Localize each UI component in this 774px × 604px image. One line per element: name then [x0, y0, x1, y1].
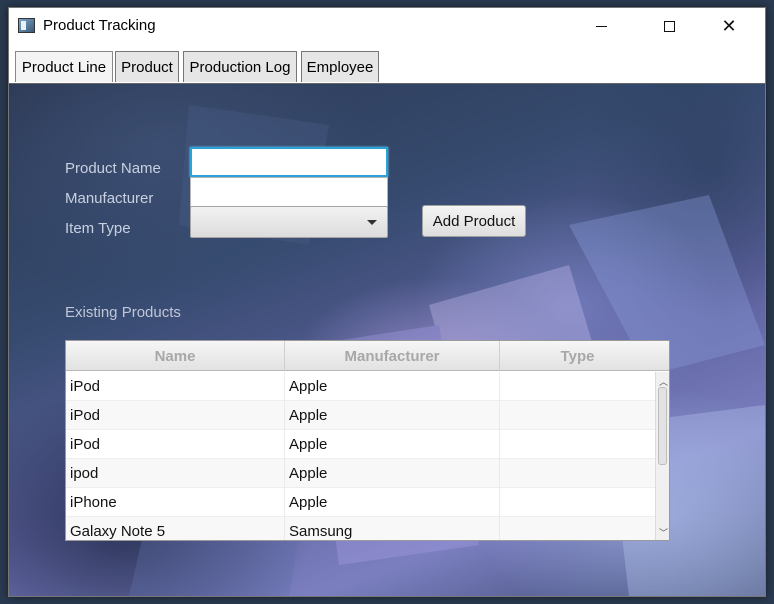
manufacturer-field[interactable] — [190, 177, 388, 207]
tab-employee[interactable]: Employee — [301, 51, 379, 82]
item-type-label: Item Type — [65, 220, 131, 237]
tab-production-log[interactable]: Production Log — [183, 51, 297, 82]
cell-name: iPod — [66, 372, 285, 401]
table-row[interactable]: ipod Apple — [66, 459, 655, 488]
table-row[interactable]: iPod Apple — [66, 401, 655, 430]
cell-manufacturer: Apple — [285, 488, 500, 517]
minimize-button[interactable] — [577, 8, 625, 44]
tab-bar: Product Line Product Production Log Empl… — [9, 45, 765, 84]
app-window: Product Tracking ✕ Product Line Product … — [8, 7, 766, 597]
table-scrollbar[interactable]: ︿ ﹀ — [655, 372, 669, 540]
maximize-button[interactable] — [645, 8, 693, 44]
chevron-down-icon[interactable]: ﹀ — [659, 526, 668, 539]
table-header: Name Manufacturer Type — [66, 341, 669, 371]
minimize-icon — [595, 25, 607, 27]
product-name-label: Product Name — [65, 160, 161, 177]
cell-manufacturer: Apple — [285, 459, 500, 488]
existing-products-label: Existing Products — [65, 304, 181, 321]
cell-type — [500, 372, 655, 401]
cell-name: ipod — [66, 459, 285, 488]
item-type-select[interactable] — [190, 206, 388, 238]
cell-name: iPod — [66, 430, 285, 459]
product-name-field[interactable] — [190, 147, 388, 177]
column-header-type[interactable]: Type — [500, 341, 655, 371]
cell-type — [500, 459, 655, 488]
cell-manufacturer: Apple — [285, 430, 500, 459]
cell-type — [500, 517, 655, 540]
cell-name: iPod — [66, 401, 285, 430]
chevron-down-icon — [367, 220, 377, 225]
app-icon — [18, 18, 35, 33]
cell-manufacturer: Apple — [285, 372, 500, 401]
table-row[interactable]: iPod Apple — [66, 372, 655, 401]
tab-product[interactable]: Product — [115, 51, 179, 82]
cell-manufacturer: Apple — [285, 401, 500, 430]
title-bar: Product Tracking ✕ — [9, 8, 765, 45]
close-icon: ✕ — [721, 16, 737, 36]
table-row[interactable]: iPod Apple — [66, 430, 655, 459]
main-content: Product Line Product Production Log Empl… — [9, 45, 765, 596]
cell-type — [500, 488, 655, 517]
close-button[interactable]: ✕ — [705, 8, 753, 44]
cell-type — [500, 430, 655, 459]
column-header-manufacturer[interactable]: Manufacturer — [285, 341, 500, 371]
cell-name: Galaxy Note 5 — [66, 517, 285, 540]
scrollbar-thumb[interactable] — [658, 387, 667, 465]
window-title: Product Tracking — [43, 17, 156, 34]
manufacturer-label: Manufacturer — [65, 190, 154, 207]
cell-name: iPhone — [66, 488, 285, 517]
tab-product-line[interactable]: Product Line — [15, 51, 113, 82]
table-body: iPod Apple iPod Apple iPod Apple ipod Ap… — [66, 372, 655, 540]
table-row[interactable]: iPhone Apple — [66, 488, 655, 517]
table-row[interactable]: Galaxy Note 5 Samsung — [66, 517, 655, 540]
products-table[interactable]: Name Manufacturer Type iPod Apple iPod A… — [65, 340, 670, 541]
maximize-icon — [663, 20, 675, 32]
cell-manufacturer: Samsung — [285, 517, 500, 540]
column-header-name[interactable]: Name — [66, 341, 285, 371]
add-product-button[interactable]: Add Product — [422, 205, 526, 237]
cell-type — [500, 401, 655, 430]
